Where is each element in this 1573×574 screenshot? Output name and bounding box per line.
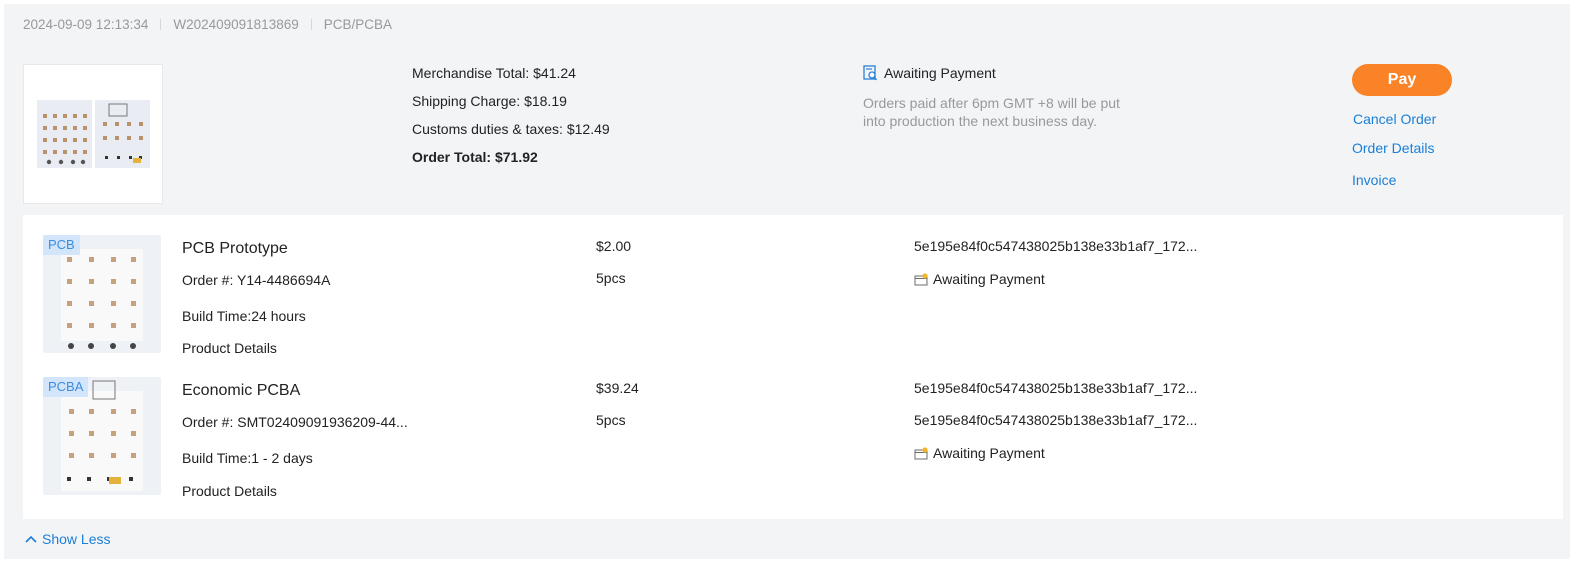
- order-details-link[interactable]: Order Details: [1352, 140, 1434, 156]
- order-card: 2024-09-09 12:13:34 W202409091813869 PCB…: [4, 4, 1570, 559]
- item-status: Awaiting Payment: [914, 445, 1045, 461]
- product-quantity: 5pcs: [596, 270, 626, 286]
- item-status-label: Awaiting Payment: [933, 271, 1045, 287]
- list-item: PCB PCB Prototype Order #: Y14-4486694A …: [23, 235, 1563, 365]
- product-quantity: 5pcs: [596, 412, 626, 428]
- pcba-preview-image: [95, 100, 150, 168]
- item-status-label: Awaiting Payment: [933, 445, 1045, 461]
- status-label: Awaiting Payment: [884, 65, 996, 81]
- order-number[interactable]: W202409091813869: [173, 17, 298, 32]
- file-hash: 5e195e84f0c547438025b138e33b1af7_172...: [914, 412, 1198, 428]
- wallet-icon: [914, 446, 933, 460]
- item-status: Awaiting Payment: [914, 271, 1045, 287]
- shipping-charge: Shipping Charge: $18.19: [412, 93, 567, 109]
- product-details-link[interactable]: Product Details: [182, 483, 277, 499]
- order-status: Awaiting Payment Orders paid after 6pm G…: [863, 65, 1133, 130]
- show-less-label: Show Less: [42, 531, 111, 547]
- status-note: Orders paid after 6pm GMT +8 will be put…: [863, 95, 1120, 129]
- order-thumbnail[interactable]: [23, 64, 163, 204]
- cancel-order-link[interactable]: Cancel Order: [1353, 111, 1436, 127]
- pcb-preview-image: [37, 100, 92, 168]
- file-hash: 5e195e84f0c547438025b138e33b1af7_172...: [914, 238, 1198, 254]
- invoice-link[interactable]: Invoice: [1352, 172, 1396, 188]
- merchandise-total: Merchandise Total: $41.24: [412, 65, 576, 81]
- order-total: Order Total: $71.92: [412, 149, 538, 165]
- build-time: Build Time:1 - 2 days: [182, 450, 313, 466]
- search-document-icon: [863, 65, 878, 81]
- chevron-up-icon: [25, 535, 42, 543]
- product-price: $2.00: [596, 238, 632, 254]
- list-item: PCBA Economic PCBA Order #: SMT024090919…: [23, 377, 1563, 507]
- divider: [160, 19, 162, 30]
- pay-button[interactable]: Pay: [1352, 64, 1452, 96]
- customs-duties: Customs duties & taxes: $12.49: [412, 121, 610, 137]
- product-order-number: Order #: Y14-4486694A: [182, 272, 331, 288]
- wallet-icon: [914, 272, 933, 286]
- file-hash: 5e195e84f0c547438025b138e33b1af7_172...: [914, 380, 1198, 396]
- product-price: $39.24: [596, 380, 639, 396]
- product-order-number: Order #: SMT02409091936209-44...: [182, 414, 408, 430]
- order-items: PCB PCB Prototype Order #: Y14-4486694A …: [23, 215, 1563, 519]
- show-less-toggle[interactable]: Show Less: [25, 531, 110, 547]
- build-time: Build Time:24 hours: [182, 308, 306, 324]
- order-datetime: 2024-09-09 12:13:34: [23, 17, 149, 32]
- order-actions: Pay Cancel Order Order Details Invoice: [1352, 64, 1452, 188]
- product-type-tag: PCB: [43, 235, 80, 255]
- product-name: PCB Prototype: [182, 240, 288, 257]
- product-details-link[interactable]: Product Details: [182, 340, 277, 356]
- product-thumbnail[interactable]: PCB: [43, 235, 161, 353]
- order-meta: 2024-09-09 12:13:34 W202409091813869 PCB…: [23, 17, 392, 32]
- product-name: Economic PCBA: [182, 382, 301, 399]
- order-category: PCB/PCBA: [323, 17, 393, 32]
- product-thumbnail[interactable]: PCBA: [43, 377, 161, 495]
- product-type-tag: PCBA: [43, 377, 89, 397]
- order-totals: Merchandise Total: $41.24 Shipping Charg…: [412, 64, 610, 176]
- divider: [310, 19, 312, 30]
